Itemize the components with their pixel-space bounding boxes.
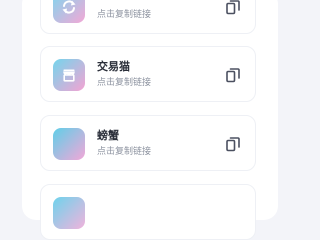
- copy-icon[interactable]: [225, 0, 241, 15]
- list-item[interactable]: 螃蟹 点击复制链接: [40, 115, 256, 171]
- copy-icon[interactable]: [225, 136, 241, 152]
- list-item[interactable]: [40, 184, 256, 240]
- item-hint: 点击复制链接: [97, 78, 152, 88]
- app-icon: [53, 128, 85, 160]
- app-icon: [53, 197, 85, 229]
- item-hint: 点击复制链接: [97, 10, 152, 20]
- item-hint: 点击复制链接: [97, 147, 152, 157]
- app-icon: [53, 0, 85, 23]
- item-name: 交易猫: [97, 60, 130, 73]
- list-item[interactable]: 点击复制链接: [40, 0, 256, 34]
- list-item[interactable]: 交易猫 点击复制链接: [40, 46, 256, 102]
- shop-icon: [63, 69, 75, 82]
- refresh-icon: [62, 0, 76, 14]
- app-icon: [53, 59, 85, 91]
- copy-icon[interactable]: [225, 67, 241, 83]
- item-name: 螃蟹: [97, 129, 119, 142]
